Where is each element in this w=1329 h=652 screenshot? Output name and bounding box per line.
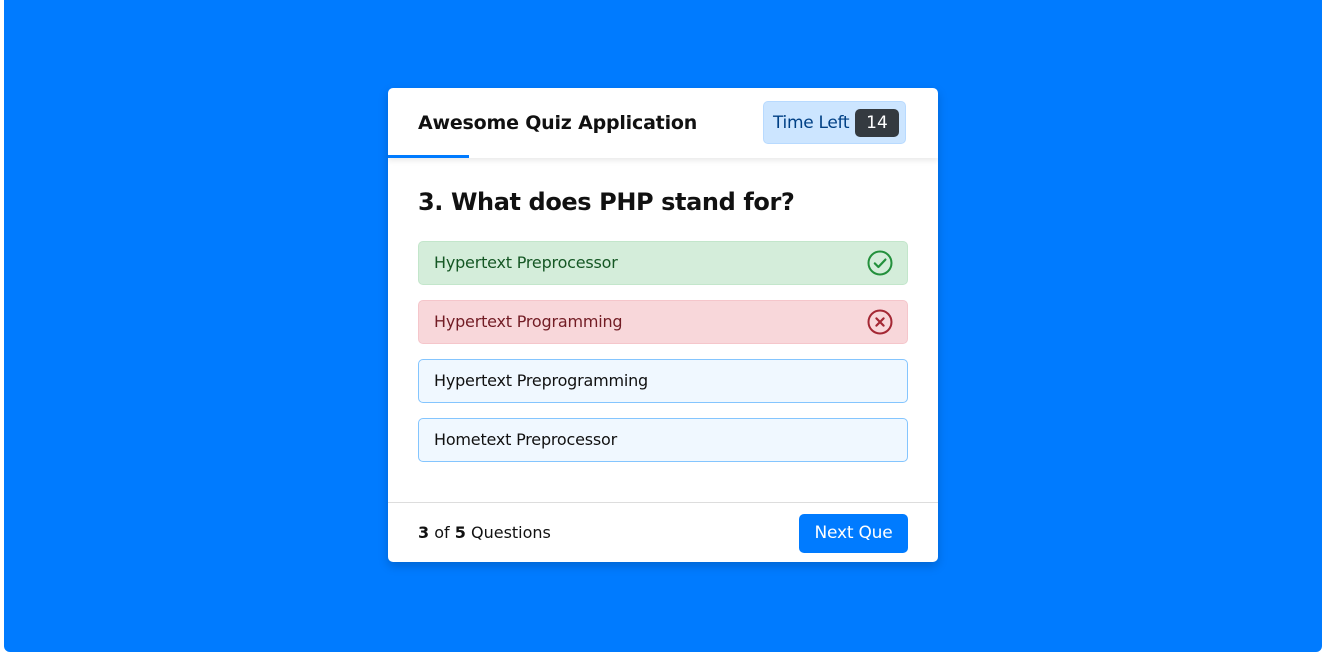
counter-of-text: of (434, 523, 450, 542)
app-title: Awesome Quiz Application (418, 112, 698, 134)
time-progress-line (388, 155, 469, 158)
timer-seconds: 14 (855, 109, 899, 137)
option-label: Hypertext Programming (434, 312, 623, 331)
option-label: Hypertext Preprogramming (434, 371, 649, 390)
option-item[interactable]: Hometext Preprocessor (418, 418, 908, 462)
question-text: 3. What does PHP stand for? (418, 188, 795, 216)
x-circle-icon (867, 309, 893, 335)
quiz-box: Awesome Quiz Application Time Left 14 3.… (388, 88, 938, 562)
option-item[interactable]: Hypertext Preprogramming (418, 359, 908, 403)
option-list: Hypertext Preprocessor Hypertext Program… (418, 241, 908, 477)
option-label: Hypertext Preprocessor (434, 253, 618, 272)
counter-questions-text: Questions (470, 523, 551, 542)
option-correct[interactable]: Hypertext Preprocessor (418, 241, 908, 285)
page-background: Awesome Quiz Application Time Left 14 3.… (4, 0, 1322, 652)
timer-badge: Time Left 14 (763, 101, 906, 144)
question-counter: 3 of 5 Questions (418, 523, 551, 543)
current-question-number: 3 (418, 523, 430, 542)
option-incorrect[interactable]: Hypertext Programming (418, 300, 908, 344)
quiz-footer: 3 of 5 Questions Next Que (388, 502, 938, 562)
next-question-button[interactable]: Next Que (799, 514, 908, 553)
total-questions-number: 5 (454, 523, 466, 542)
check-circle-icon (867, 250, 893, 276)
option-label: Hometext Preprocessor (434, 430, 618, 449)
timer-label: Time Left (773, 113, 850, 133)
quiz-header: Awesome Quiz Application Time Left 14 (388, 88, 938, 158)
